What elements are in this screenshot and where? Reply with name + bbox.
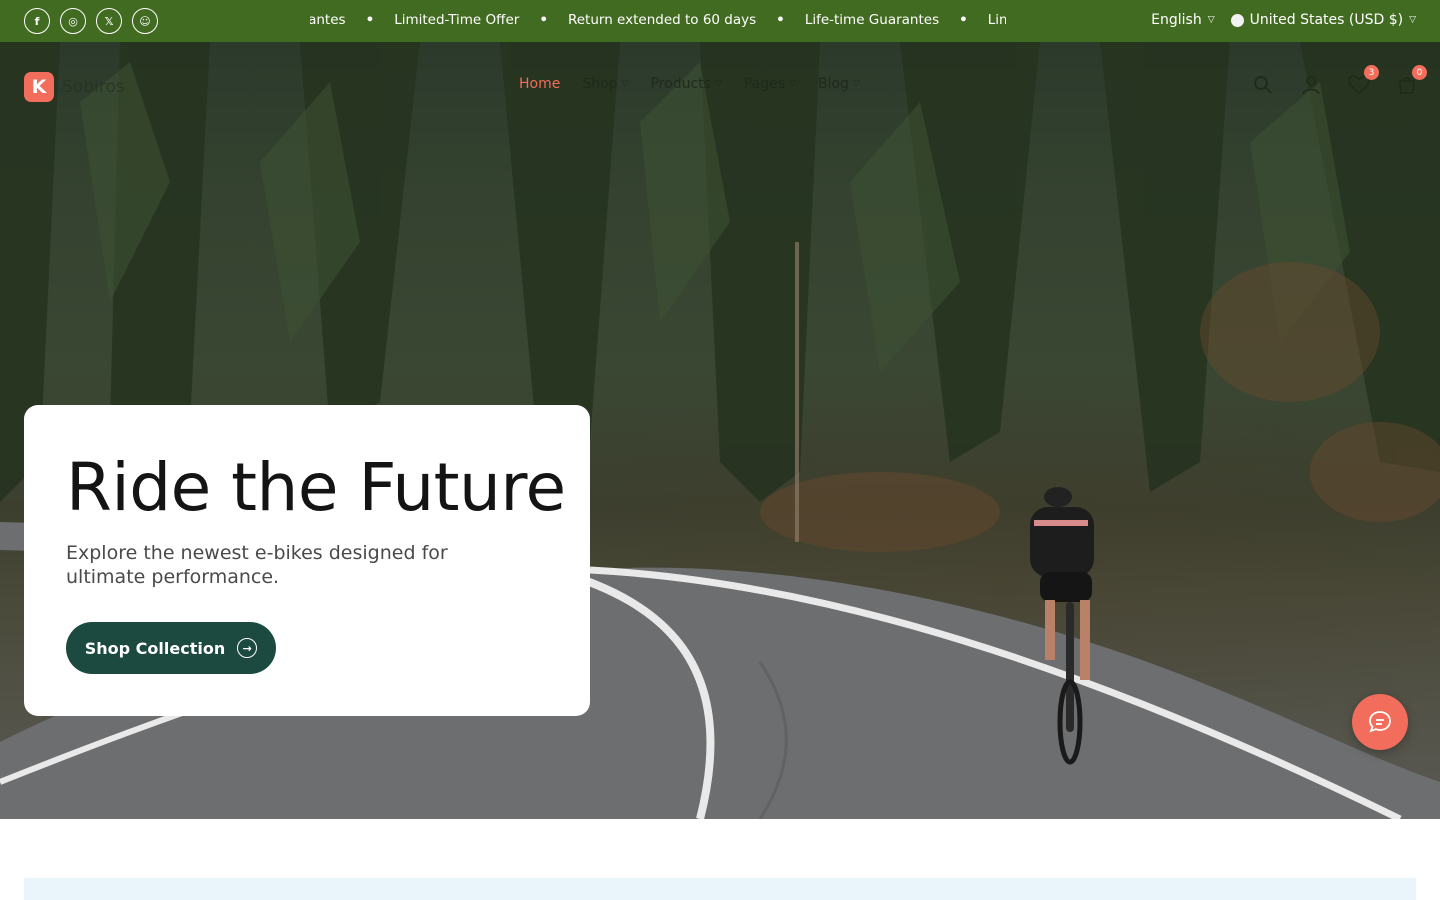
chevron-down-icon: ▽ [714,79,722,89]
x-icon[interactable]: 𝕏 [96,8,122,34]
nav-label: Pages [743,76,786,92]
currency-label: United States (USD $) [1249,12,1404,28]
nav-item-products[interactable]: Products ▽ [650,76,721,92]
nav-label: Blog [817,76,849,92]
chat-button[interactable] [1352,694,1408,750]
logo-text: Sobiros [62,77,125,97]
shop-collection-button[interactable]: Shop Collection → [66,622,276,674]
instagram-icon[interactable]: ◎ [60,8,86,34]
user-icon[interactable] [1298,72,1324,98]
chevron-down-icon: ▽ [852,79,860,89]
nav-item-home[interactable]: Home [519,76,560,92]
currency-selector[interactable]: United States (USD $) ▽ [1230,12,1416,28]
ticker-item: urantes [310,12,346,28]
announcement-ticker: urantes• Limited-Time Offer• Return exte… [310,0,1006,42]
snapchat-icon[interactable]: ☺ [132,8,158,34]
site-logo[interactable]: K Sobiros [24,72,125,102]
cart-icon[interactable]: 0 [1394,65,1427,98]
arrow-right-icon: → [237,638,258,658]
globe-icon [1230,13,1244,27]
nav-item-shop[interactable]: Shop ▽ [582,76,628,92]
nav-item-pages[interactable]: Pages ▽ [744,76,796,92]
site-header: K Sobiros Home Shop ▽ Products ▽ Pages ▽ Bl… [0,42,1440,128]
hero-card: Ride the Future Explore the newest e-bik… [24,405,590,716]
logo-mark: K [24,72,54,102]
ticker-item: Limited-Time Offer [394,12,520,28]
social-links: f ◎ 𝕏 ☺ [24,8,158,34]
language-selector[interactable]: English ▽ [1151,12,1214,28]
chevron-down-icon: ▽ [1409,15,1416,25]
hero-subtitle: Explore the newest e-bikes designed for … [66,542,448,588]
cta-label: Shop Collection [84,638,226,658]
facebook-icon[interactable]: f [24,8,50,34]
ticker-item: Life-time Guarantes [804,12,940,28]
chevron-down-icon: ▽ [1207,15,1215,25]
nav-label: Shop [582,76,618,92]
search-icon[interactable] [1250,72,1276,98]
main-nav: Home Shop ▽ Products ▽ Pages ▽ Blog ▽ [519,76,860,92]
content-section [24,878,1416,900]
wishlist-count-badge: 3 [1364,65,1379,80]
language-label: English [1151,12,1202,28]
announcement-bar: f ◎ 𝕏 ☺ urantes• Limited-Time Offer• Ret… [0,0,1440,42]
chat-icon [1369,711,1391,733]
wishlist-icon[interactable]: 3 [1346,65,1379,98]
cart-count-badge: 0 [1412,65,1427,80]
ticker-item: Return extended to 60 days [567,12,757,28]
chevron-down-icon: ▽ [621,79,629,89]
hero-title: Ride the Future [66,449,566,526]
chevron-down-icon: ▽ [789,79,796,89]
nav-label: Products [650,76,711,92]
ticker-item: Limite [987,12,1006,28]
nav-item-blog[interactable]: Blog ▽ [818,76,860,92]
